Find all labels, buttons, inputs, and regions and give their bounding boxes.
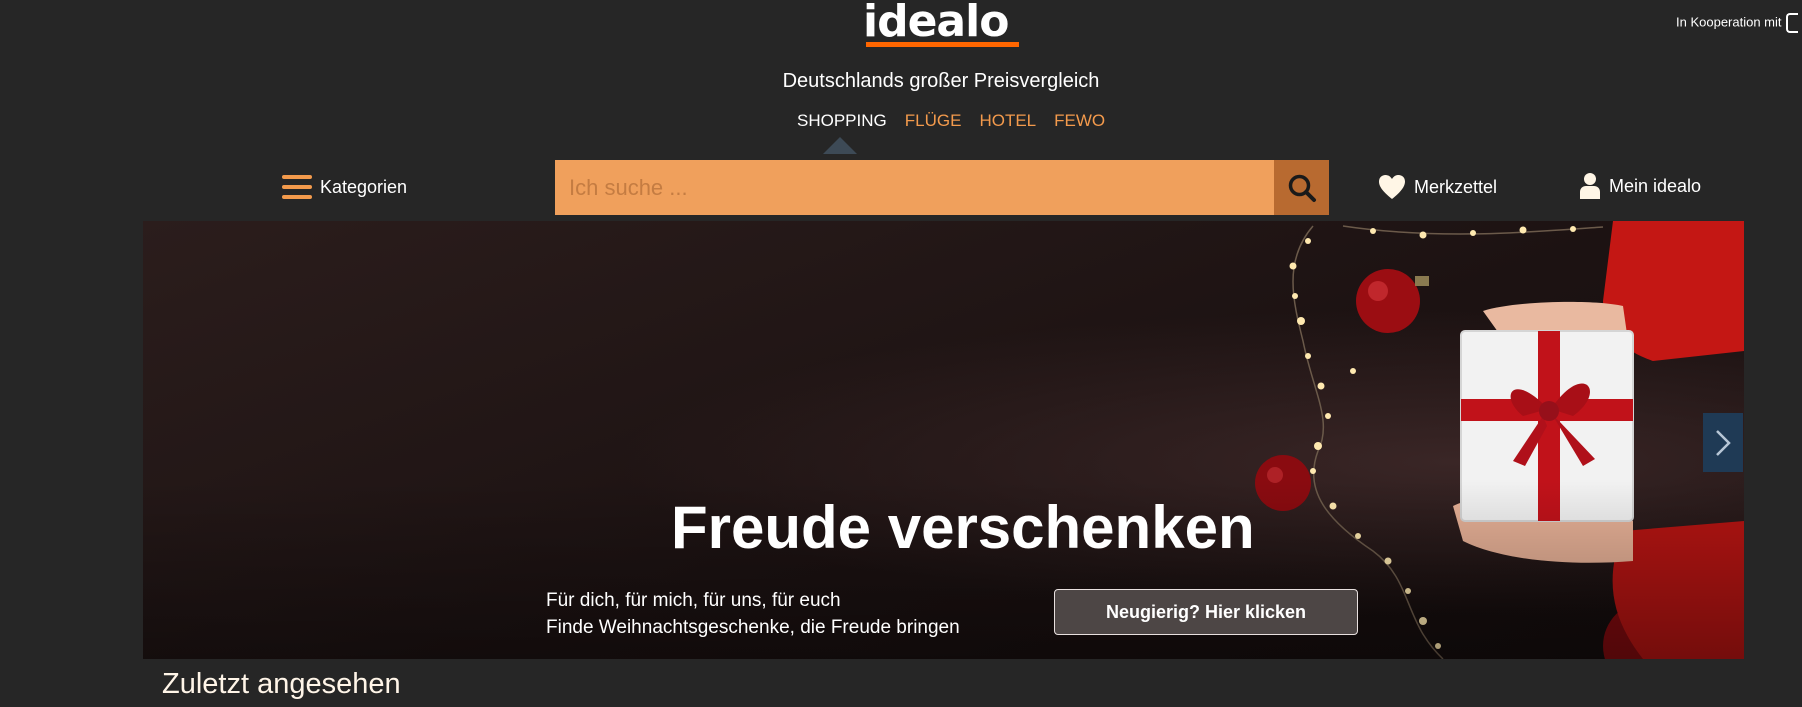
logo-underline [866,42,1019,47]
heart-icon [1379,175,1405,199]
recently-viewed-title: Zuletzt angesehen [162,668,401,700]
slider-next-button[interactable] [1703,413,1743,472]
hero-subtitle: Für dich, für mich, für uns, für euch Fi… [546,587,960,641]
active-tab-caret [823,137,857,154]
search-icon [1288,174,1316,202]
tab-hotel[interactable]: HOTEL [979,111,1036,131]
menu-icon [282,175,312,199]
hero-banner[interactable]: Freude verschenken Für dich, für mich, f… [143,221,1744,659]
user-icon [1580,173,1600,199]
categories-button[interactable]: Kategorien [282,175,407,199]
tab-fewo[interactable]: FEWO [1054,111,1105,131]
hero-subtitle-line-1: Für dich, für mich, für uns, für euch [546,590,841,611]
chevron-right-icon [1716,429,1731,456]
cooperation-text: In Kooperation mit [1676,14,1782,30]
hero-cta-button[interactable]: Neugierig? Hier klicken [1054,589,1358,635]
account-label: Mein idealo [1609,175,1702,196]
idealo-logo[interactable]: idealo [863,0,1009,47]
wishlist-label: Merkzettel [1414,176,1498,197]
tab-shopping[interactable]: SHOPPING [797,111,887,131]
categories-label: Kategorien [320,176,408,197]
cooperation-note: In Kooperation mit [1676,13,1798,33]
wishlist-link[interactable]: Merkzettel [1378,174,1497,200]
tagline: Deutschlands großer Preisvergleich [782,70,1100,92]
search-input[interactable] [555,160,1274,215]
hero-subtitle-line-2: Finde Weihnachtsgeschenke, die Freude br… [546,617,960,638]
search-bar [555,160,1329,215]
vertical-nav: SHOPPING FLÜGE HOTEL FEWO [797,111,1105,131]
tab-fluege[interactable]: FLÜGE [905,111,962,131]
search-button[interactable] [1274,160,1329,215]
account-link[interactable]: Mein idealo [1579,172,1701,200]
partner-logo-icon [1785,13,1798,33]
hero-title: Freude verschenken [671,494,1255,561]
